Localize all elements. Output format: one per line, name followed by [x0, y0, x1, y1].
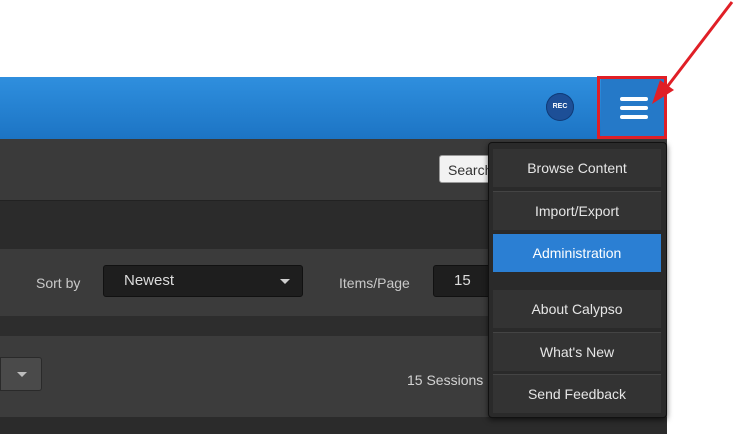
menu-item-browse-content[interactable]: Browse Content — [493, 149, 661, 187]
menu-item-about-calypso[interactable]: About Calypso — [493, 290, 661, 328]
sessions-count: 15 Sessions — [407, 372, 484, 388]
chevron-down-icon — [17, 372, 27, 377]
sort-by-label: Sort by — [36, 275, 81, 291]
items-per-page-label: Items/Page — [339, 275, 410, 291]
sort-select-value: Newest — [124, 272, 175, 289]
view-select[interactable] — [0, 357, 42, 391]
menu-item-administration[interactable]: Administration — [493, 234, 661, 272]
sort-select[interactable]: Newest — [103, 265, 303, 297]
record-button[interactable]: REC — [546, 93, 574, 121]
top-header-bar: REC — [0, 77, 667, 139]
hamburger-menu-button[interactable] — [601, 77, 667, 139]
items-per-page-select[interactable]: 15 — [433, 265, 493, 297]
main-menu-dropdown: Browse Content Import/Export Administrat… — [488, 142, 667, 418]
menu-item-whats-new[interactable]: What's New — [493, 332, 661, 371]
items-per-page-value: 15 — [454, 272, 471, 289]
bottom-band — [0, 417, 667, 434]
chevron-down-icon — [280, 279, 290, 284]
menu-item-send-feedback[interactable]: Send Feedback — [493, 374, 661, 413]
menu-item-import-export[interactable]: Import/Export — [493, 191, 661, 230]
hamburger-icon — [620, 97, 648, 119]
